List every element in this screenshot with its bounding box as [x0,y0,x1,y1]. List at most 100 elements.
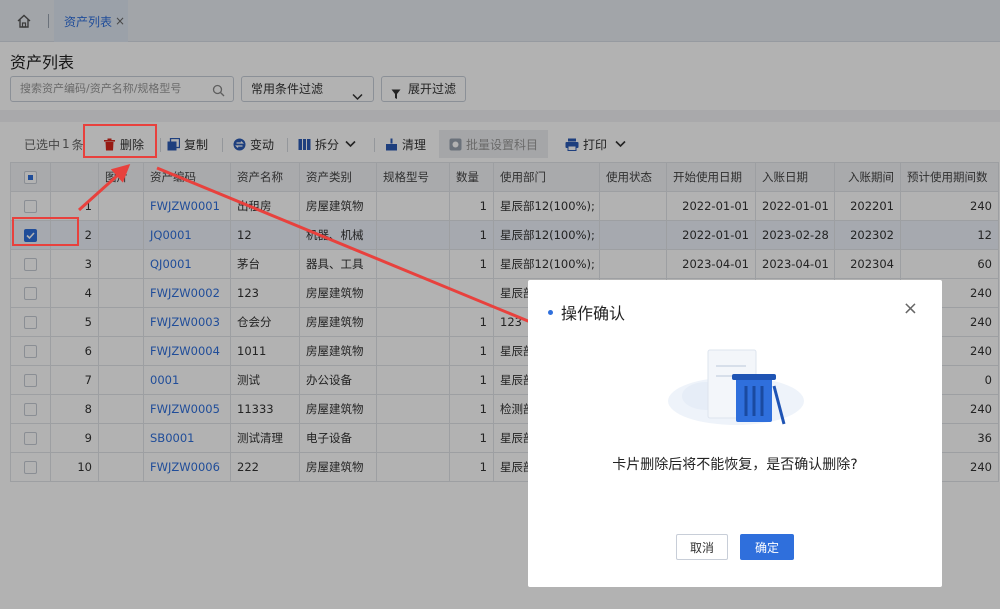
row-spec [376,191,450,221]
row-spec [376,220,450,250]
column-header-useful-life[interactable]: 预计使用期间数 [900,162,999,192]
table-row[interactable]: 2 JQ0001 12 机器、机械 1 星辰部12(100%); 2022-01-01 202… [10,220,999,250]
row-department: 星辰部12(100%); [493,249,600,279]
split-label: 拆分 [315,137,340,152]
column-header-category[interactable]: 资产类别 [299,162,377,192]
change-button[interactable]: 变动 [233,126,274,162]
selected-unit: 条 [71,137,84,152]
row-asset-code[interactable]: FWJZW0005 [143,394,231,424]
row-checkbox[interactable] [10,423,51,453]
column-header-entry-period[interactable]: 入账期间 [834,162,901,192]
row-spec [376,336,450,366]
column-header-index [50,162,99,192]
row-index: 10 [50,452,99,482]
row-useful-life: 240 [900,191,999,221]
dialog-title-text: 操作确认 [561,304,626,323]
row-asset-code[interactable]: FWJZW0004 [143,336,231,366]
chevron-down-icon [615,140,626,148]
row-quantity [449,278,494,308]
column-header-quantity[interactable]: 数量 [449,162,494,192]
table-row[interactable]: 3 QJ0001 茅台 器具、工具 1 星辰部12(100%); 2023-04-01 202… [10,249,999,279]
change-label: 变动 [250,137,275,152]
column-header-start-date[interactable]: 开始使用日期 [666,162,756,192]
clear-label: 清理 [402,137,427,152]
row-index: 2 [50,220,99,250]
row-spec [376,307,450,337]
column-header-image[interactable]: 图片 [98,162,144,192]
chevron-down-icon [345,140,356,148]
row-asset-code[interactable]: FWJZW0003 [143,307,231,337]
table-row[interactable]: 1 FWJZW0001 出租房 房屋建筑物 1 星辰部12(100%); 2022-01-0… [10,191,999,221]
row-image [98,423,144,453]
row-checkbox[interactable] [10,365,51,395]
row-start-date: 2023-04-01 [666,249,756,279]
delete-button[interactable]: 删除 [103,126,144,162]
copy-button[interactable]: 复制 [167,126,208,162]
row-asset-code[interactable]: JQ0001 [143,220,231,250]
print-label: 打印 [583,137,608,152]
selected-count: 1 [62,137,70,151]
expand-filter-button[interactable]: 展开过滤 [381,76,466,102]
row-quantity: 1 [449,365,494,395]
row-entry-date: 2023-04-01 [755,249,835,279]
search-icon[interactable] [212,82,225,106]
selection-info: 已选中 1 条 [24,126,84,162]
section-divider [0,110,1000,122]
row-image [98,191,144,221]
row-checkbox[interactable] [10,336,51,366]
search-input[interactable]: 搜索资产编码/资产名称/规格型号 [10,76,234,102]
filter-dropdown[interactable]: 常用条件过滤 [241,76,374,102]
cancel-button[interactable]: 取消 [676,534,728,560]
printer-icon [565,138,579,151]
row-index: 4 [50,278,99,308]
batch-subject-button[interactable]: 批量设置科目 [439,130,549,158]
column-header-name[interactable]: 资产名称 [230,162,300,192]
row-asset-category: 房屋建筑物 [299,307,377,337]
row-checkbox[interactable] [10,278,51,308]
row-asset-code[interactable]: 0001 [143,365,231,395]
row-image [98,249,144,279]
print-button[interactable]: 打印 [565,126,630,162]
tab-close-icon[interactable]: × [115,14,125,28]
row-spec [376,394,450,424]
row-asset-code[interactable]: FWJZW0001 [143,191,231,221]
row-asset-name: 测试 [230,365,300,395]
row-image [98,220,144,250]
row-department: 星辰部12(100%); [493,191,600,221]
row-checkbox[interactable] [10,249,51,279]
row-checkbox[interactable] [10,452,51,482]
close-icon[interactable]: × [903,300,918,318]
clear-button[interactable]: 清理 [385,126,426,162]
row-asset-category: 房屋建筑物 [299,452,377,482]
row-checkbox[interactable] [10,191,51,221]
row-asset-category: 器具、工具 [299,249,377,279]
row-asset-code[interactable]: FWJZW0006 [143,452,231,482]
confirm-button[interactable]: 确定 [740,534,794,560]
column-header-status[interactable]: 使用状态 [599,162,667,192]
tab-asset-list[interactable]: 资产列表 × [54,0,128,42]
row-asset-code[interactable]: QJ0001 [143,249,231,279]
row-quantity: 1 [449,452,494,482]
split-button[interactable]: 拆分 [298,126,360,162]
row-asset-code[interactable]: FWJZW0002 [143,278,231,308]
home-icon[interactable] [10,8,38,34]
column-header-code[interactable]: 资产编码 [143,162,231,192]
column-header-department[interactable]: 使用部门 [493,162,600,192]
row-spec [376,423,450,453]
row-checkbox[interactable] [10,307,51,337]
row-asset-name: 仓会分 [230,307,300,337]
row-asset-name: 出租房 [230,191,300,221]
column-header-spec[interactable]: 规格型号 [376,162,450,192]
select-all-checkbox[interactable] [10,162,51,192]
broom-icon [386,138,397,150]
row-checkbox[interactable] [10,394,51,424]
row-checkbox[interactable] [10,220,51,250]
row-asset-name: 测试清理 [230,423,300,453]
column-header-entry-date[interactable]: 入账日期 [755,162,835,192]
row-index: 7 [50,365,99,395]
row-asset-code[interactable]: SB0001 [143,423,231,453]
row-quantity: 1 [449,394,494,424]
row-asset-category: 办公设备 [299,365,377,395]
row-spec [376,249,450,279]
row-status [599,249,667,279]
